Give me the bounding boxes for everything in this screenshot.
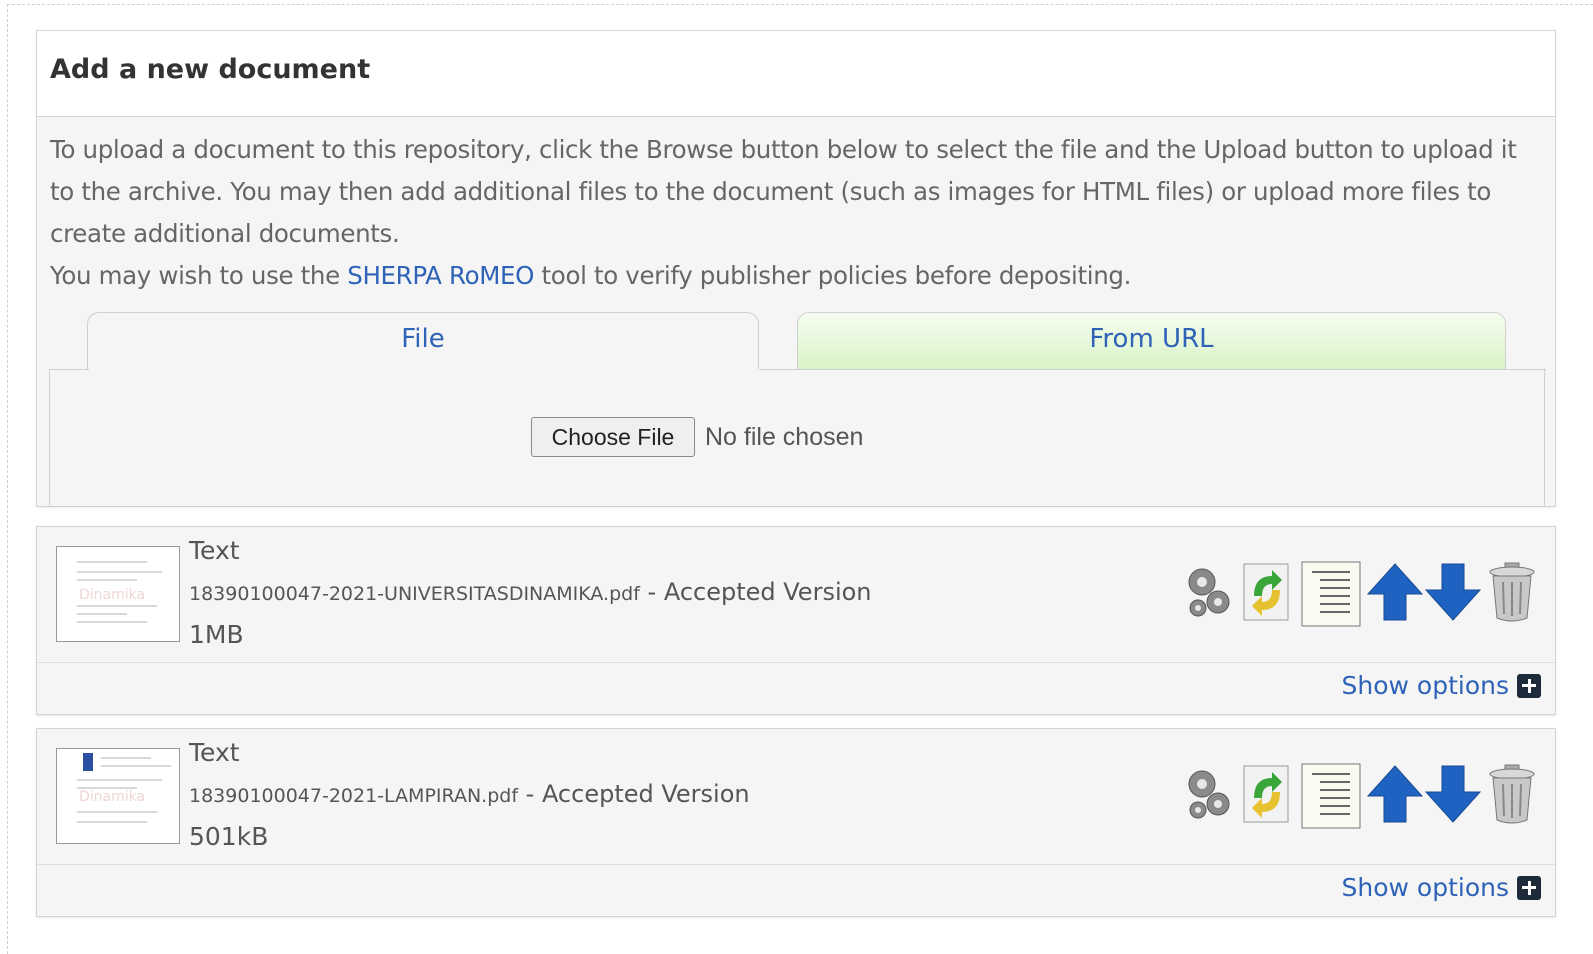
choose-file-button[interactable]: Choose File [531, 417, 695, 457]
arrow-down-icon[interactable] [1424, 762, 1482, 826]
document-file: 18390100047-2021-UNIVERSITASDINAMIKA.pdf… [189, 578, 872, 606]
document-thumbnail[interactable]: Dinamika [56, 748, 180, 844]
document-summary: Dinamika Text 18390100047-2021-LAMPIRAN.… [37, 729, 1555, 865]
document-separator: - [518, 780, 542, 808]
document-actions [1182, 560, 1542, 627]
trash-icon[interactable] [1487, 560, 1537, 624]
intro-romeo-before: You may wish to use the [50, 261, 348, 290]
document-file: 18390100047-2021-LAMPIRAN.pdf - Accepted… [189, 780, 750, 808]
arrow-up-icon[interactable] [1366, 762, 1424, 826]
document-version: Accepted Version [541, 780, 750, 808]
document-filename-link[interactable]: 18390100047-2021-LAMPIRAN.pdf [189, 785, 518, 807]
add-document-panel: Add a new document To upload a document … [36, 30, 1556, 507]
document-lines-icon[interactable] [1300, 762, 1362, 830]
show-options-label: Show options [1341, 873, 1509, 902]
document-size: 1MB [189, 620, 244, 649]
document-type: Text [189, 738, 240, 767]
document-item: Dinamika Text 18390100047-2021-LAMPIRAN.… [36, 728, 1556, 917]
convert-document-icon[interactable] [1240, 762, 1296, 826]
file-status: No file chosen [705, 423, 864, 451]
convert-document-icon[interactable] [1240, 560, 1296, 624]
show-options-label: Show options [1341, 671, 1509, 700]
show-options-link[interactable]: Show options [1342, 671, 1541, 700]
intro-romeo-line: You may wish to use the SHERPA RoMEO too… [50, 255, 1540, 297]
document-lines-icon[interactable] [1300, 560, 1362, 628]
show-options-link[interactable]: Show options [1342, 873, 1541, 902]
panel-heading: Add a new document [37, 31, 1555, 117]
sherpa-romeo-link[interactable]: SHERPA RoMEO [347, 261, 534, 290]
panel-title: Add a new document [50, 54, 371, 85]
intro-paragraph: To upload a document to this repository,… [50, 135, 1517, 248]
gears-icon[interactable] [1182, 560, 1238, 624]
document-actions [1182, 762, 1542, 829]
trash-icon[interactable] [1487, 762, 1537, 826]
plus-box-icon [1517, 875, 1541, 900]
document-size: 501kB [189, 822, 269, 851]
intro-romeo-after: tool to verify publisher policies before… [534, 261, 1132, 290]
arrow-down-icon[interactable] [1424, 560, 1482, 624]
document-item: Dinamika Text 18390100047-2021-UNIVERSIT… [36, 526, 1556, 715]
plus-box-icon [1517, 673, 1541, 698]
arrow-up-icon[interactable] [1366, 560, 1424, 624]
document-summary: Dinamika Text 18390100047-2021-UNIVERSIT… [37, 527, 1555, 663]
intro-text: To upload a document to this repository,… [50, 129, 1540, 297]
document-version: Accepted Version [663, 578, 872, 606]
document-separator: - [639, 578, 664, 606]
document-type: Text [189, 536, 240, 565]
document-thumbnail[interactable]: Dinamika [56, 546, 180, 642]
tab-body-file: Choose File No file chosen [49, 369, 1546, 507]
document-filename-link[interactable]: 18390100047-2021-UNIVERSITASDINAMIKA.pdf [189, 583, 640, 605]
gears-icon[interactable] [1182, 762, 1238, 826]
tab-file[interactable]: File [87, 312, 759, 372]
tab-from-url[interactable]: From URL [797, 312, 1506, 370]
